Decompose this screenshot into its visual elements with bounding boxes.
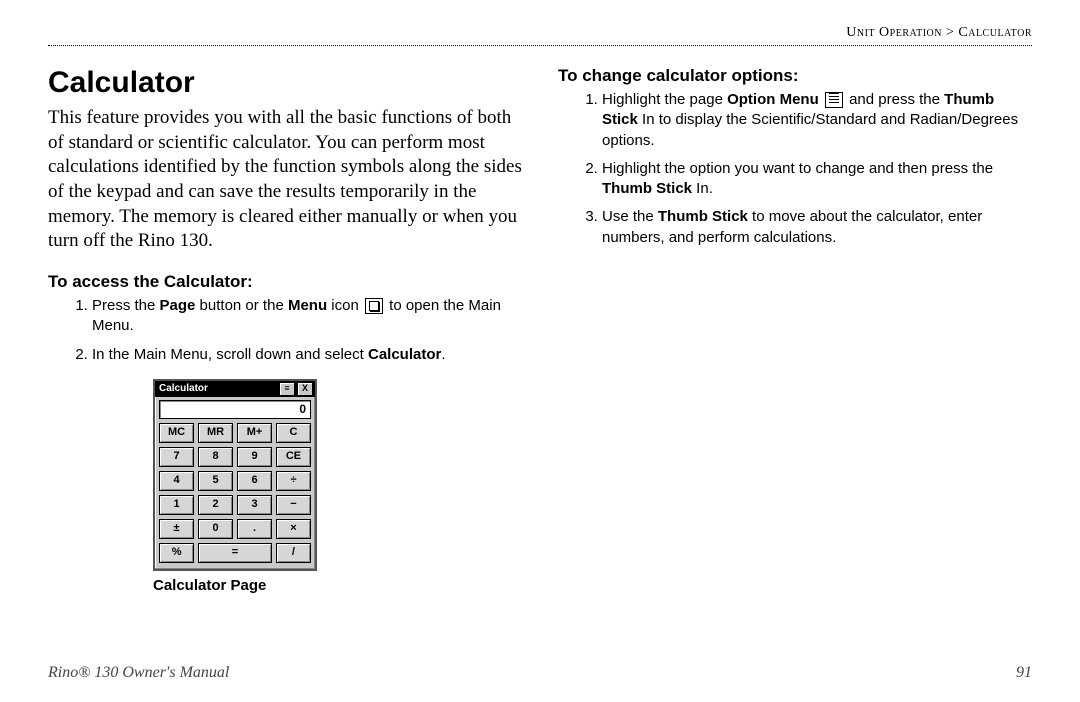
calculator-display: 0 (159, 400, 311, 419)
calculator-titlebar: Calculator ≡ X (155, 381, 315, 397)
calculator-row: 456÷ (159, 471, 311, 491)
calculator-key[interactable]: 1 (159, 495, 194, 515)
calculator-key[interactable]: 0 (198, 519, 233, 539)
calculator-key[interactable]: . (237, 519, 272, 539)
calculator-key[interactable]: CE (276, 447, 311, 467)
calculator-figure: Calculator ≡ X 0 MCMRM+C 789CE 456÷ 123− ±0.… (153, 379, 313, 594)
calculator-row: ±0.× (159, 519, 311, 539)
calculator-key[interactable]: × (276, 519, 311, 539)
breadcrumb-section: Unit Operation (846, 25, 942, 40)
subheading-access: To access the Calculator: (48, 272, 522, 292)
intro-text: This feature provides you with all the b… (48, 106, 522, 254)
breadcrumb: Unit Operation > Calculator (48, 25, 1032, 46)
right-column: To change calculator options: Highlight … (558, 66, 1032, 594)
calculator-title: Calculator (157, 383, 277, 394)
calculator-key[interactable]: 8 (198, 447, 233, 467)
access-step-2: In the Main Menu, scroll down and select… (92, 345, 522, 365)
calculator-key[interactable]: MC (159, 423, 194, 443)
calculator-key[interactable]: 6 (237, 471, 272, 491)
options-step-3: Use the Thumb Stick to move about the ca… (602, 207, 1032, 248)
calculator-key[interactable]: C (276, 423, 311, 443)
breadcrumb-page: Calculator (958, 25, 1032, 40)
calculator-window: Calculator ≡ X 0 MCMRM+C 789CE 456÷ 123− ±0.… (153, 379, 317, 571)
calculator-key[interactable]: 9 (237, 447, 272, 467)
calculator-key[interactable]: 3 (237, 495, 272, 515)
footer-manual-name: Rino® 130 Owner's Manual (48, 664, 229, 682)
titlebar-menu-button[interactable]: ≡ (279, 382, 295, 396)
page-title: Calculator (48, 66, 522, 100)
calculator-row: %=/ (159, 543, 311, 563)
calculator-key[interactable]: / (276, 543, 311, 563)
calculator-key[interactable]: − (276, 495, 311, 515)
calculator-row: MCMRM+C (159, 423, 311, 443)
calculator-key[interactable]: 7 (159, 447, 194, 467)
calculator-key[interactable]: = (198, 543, 272, 563)
calculator-key[interactable]: 2 (198, 495, 233, 515)
calculator-caption: Calculator Page (153, 577, 313, 594)
manual-page: Unit Operation > Calculator Calculator T… (0, 0, 1080, 702)
access-step-1: Press the Page button or the Menu icon t… (92, 296, 522, 337)
options-step-2: Highlight the option you want to change … (602, 159, 1032, 200)
menu-icon (365, 298, 383, 314)
calculator-key[interactable]: % (159, 543, 194, 563)
subheading-options: To change calculator options: (558, 66, 1032, 86)
calculator-row: 123− (159, 495, 311, 515)
calculator-key[interactable]: 5 (198, 471, 233, 491)
titlebar-close-button[interactable]: X (297, 382, 313, 396)
calculator-key[interactable]: MR (198, 423, 233, 443)
footer-page-number: 91 (1016, 664, 1032, 682)
options-steps: Highlight the page Option Menu and press… (558, 90, 1032, 248)
calculator-row: 789CE (159, 447, 311, 467)
breadcrumb-sep: > (946, 25, 954, 40)
calculator-key[interactable]: ± (159, 519, 194, 539)
calculator-key[interactable]: ÷ (276, 471, 311, 491)
page-footer: Rino® 130 Owner's Manual 91 (48, 664, 1032, 682)
access-steps: Press the Page button or the Menu icon t… (48, 296, 522, 365)
calculator-keypad: MCMRM+C789CE456÷123−±0.×%=/ (155, 423, 315, 569)
options-step-1: Highlight the page Option Menu and press… (602, 90, 1032, 151)
calculator-key[interactable]: 4 (159, 471, 194, 491)
option-menu-icon (825, 92, 843, 108)
calculator-key[interactable]: M+ (237, 423, 272, 443)
left-column: Calculator This feature provides you wit… (48, 66, 522, 594)
